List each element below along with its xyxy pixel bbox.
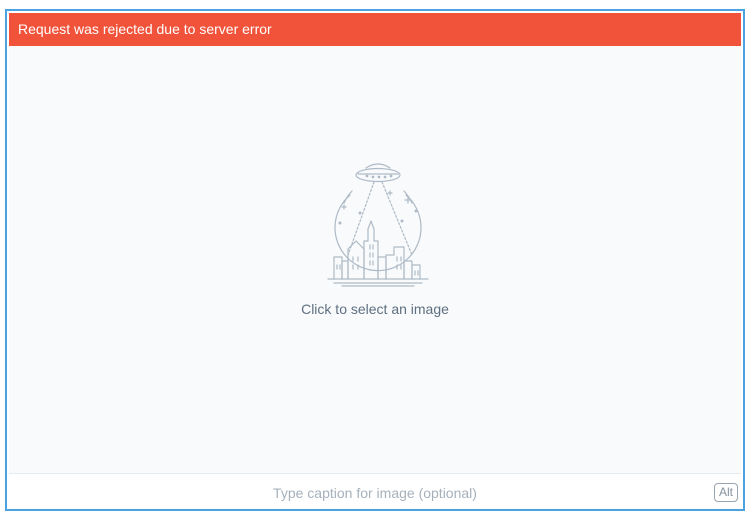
caption-bar: Alt (9, 473, 741, 509)
select-image-label: Click to select an image (301, 301, 449, 317)
alt-text-button[interactable]: Alt (713, 483, 738, 502)
error-banner: Request was rejected due to server error (9, 13, 741, 46)
error-message: Request was rejected due to server error (18, 21, 272, 37)
image-upload-area[interactable]: Click to select an image (9, 46, 741, 473)
image-block: Request was rejected due to server error (5, 9, 745, 511)
caption-input[interactable] (49, 479, 701, 507)
ufo-city-globe-icon (327, 163, 429, 287)
